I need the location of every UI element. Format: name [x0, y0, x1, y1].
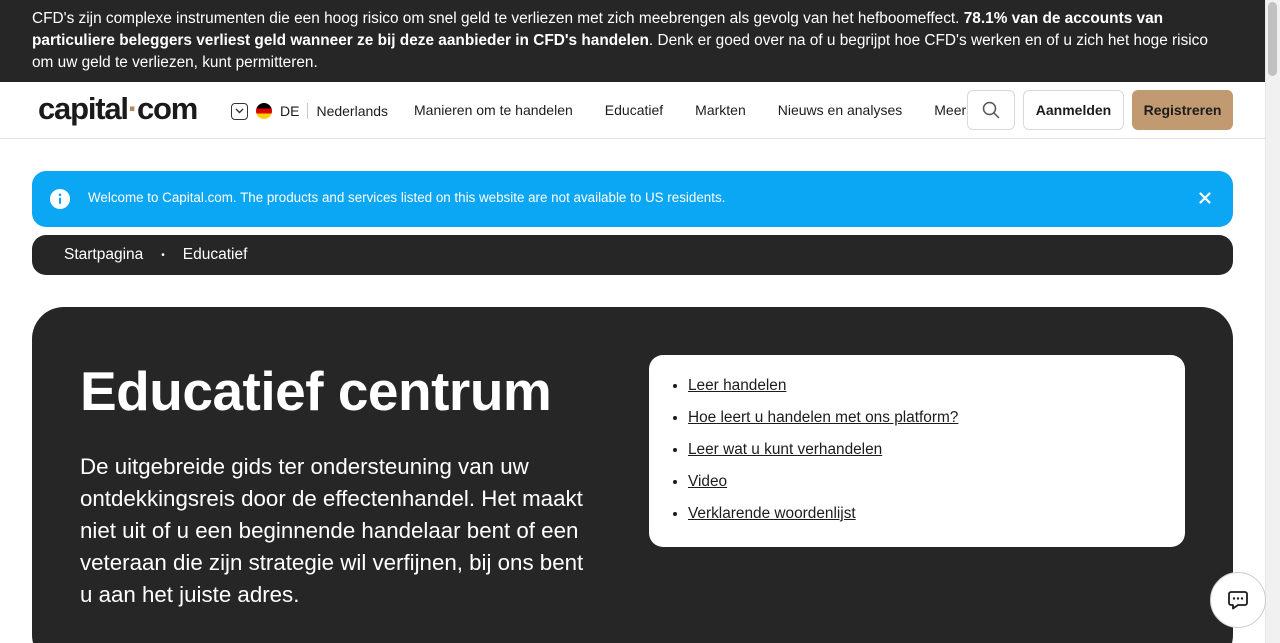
page-title: Educatief centrum [80, 360, 552, 422]
risk-warning-text: CFD's zijn complexe instrumenten die een… [32, 10, 964, 27]
nav-item-ways-to-trade[interactable]: Manieren om te handelen [414, 102, 573, 118]
breadcrumb-education[interactable]: Educatief [183, 246, 248, 264]
link-learn-trading[interactable]: Leer handelen [688, 377, 786, 394]
link-glossary[interactable]: Verklarende woordenlijst [688, 505, 856, 522]
info-icon [50, 189, 70, 209]
list-item: Leer handelen [688, 375, 1165, 407]
list-item: Video [688, 471, 1165, 503]
main-nav: Manieren om te handelen Educatief Markte… [414, 102, 966, 118]
logo-text-right: com [136, 91, 198, 126]
page-scrollbar[interactable] [1265, 0, 1280, 643]
capital-com-logo[interactable]: capital·com [38, 91, 198, 127]
list-item: Hoe leert u handelen met ons platform? [688, 407, 1165, 439]
section-links-card: Leer handelen Hoe leert u handelen met o… [649, 355, 1185, 547]
logo-dot: · [127, 91, 138, 126]
education-hero: Educatief centrum De uitgebreide gids te… [32, 307, 1233, 643]
list-item: Verklarende woordenlijst [688, 503, 1165, 535]
breadcrumb-home[interactable]: Startpagina [64, 246, 143, 264]
logo-text-left: capital [38, 91, 129, 126]
chat-icon [1228, 591, 1248, 610]
search-button[interactable] [967, 90, 1015, 130]
nav-item-markets[interactable]: Markten [695, 102, 746, 118]
link-learn-what-to-trade[interactable]: Leer wat u kunt verhandelen [688, 441, 882, 458]
breadcrumb-separator: • [161, 249, 165, 261]
search-icon [982, 101, 1000, 119]
hero-description: De uitgebreide gids ter ondersteuning va… [80, 454, 584, 607]
login-button[interactable]: Aanmelden [1023, 90, 1124, 130]
close-icon[interactable] [1199, 192, 1211, 204]
us-residents-notice: Welcome to Capital.com. The products and… [32, 171, 1233, 227]
breadcrumb: Startpagina • Educatief [32, 235, 1233, 275]
register-button[interactable]: Registreren [1132, 90, 1233, 130]
chevron-down-icon[interactable] [231, 102, 248, 120]
language-label: Nederlands [316, 103, 389, 119]
top-navbar: capital·com DE Nederlands Manieren om te… [0, 82, 1265, 139]
nav-item-more[interactable]: Meer [934, 102, 966, 118]
link-learn-platform[interactable]: Hoe leert u handelen met ons platform? [688, 409, 958, 426]
scrollbar-thumb[interactable] [1268, 2, 1277, 76]
chat-button[interactable] [1210, 572, 1266, 628]
language-switcher[interactable]: DE Nederlands [231, 101, 388, 121]
german-flag-icon [256, 103, 272, 119]
country-code: DE [280, 103, 300, 119]
nav-item-news-analysis[interactable]: Nieuws en analyses [778, 102, 903, 118]
link-video[interactable]: Video [688, 473, 727, 490]
risk-warning-banner: CFD's zijn complexe instrumenten die een… [0, 0, 1265, 82]
language-divider [307, 103, 309, 119]
nav-item-education[interactable]: Educatief [605, 102, 663, 118]
notice-text: Welcome to Capital.com. The products and… [88, 190, 726, 205]
list-item: Leer wat u kunt verhandelen [688, 439, 1165, 471]
